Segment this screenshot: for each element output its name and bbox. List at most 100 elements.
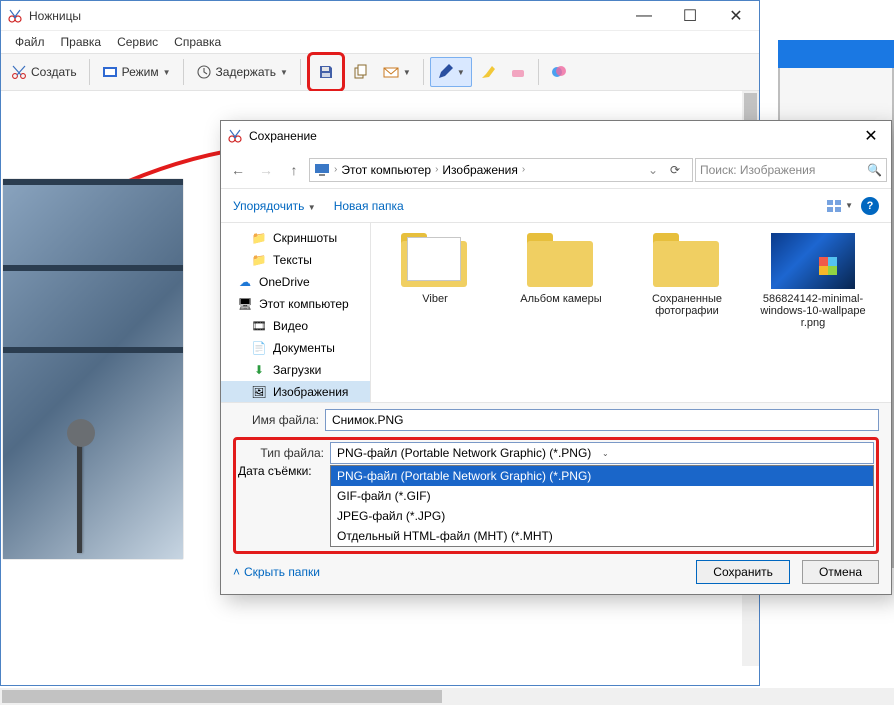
file-item[interactable]: 586824142-minimal-windows-10-wallpaper.p… — [759, 233, 867, 329]
chevron-down-icon: ▼ — [163, 68, 171, 77]
tree-item-this-pc[interactable]: 🖥Этот компьютер — [221, 293, 370, 315]
paint3d-icon — [551, 64, 567, 80]
dialog-title: Сохранение — [249, 129, 851, 143]
dialog-bottom: Имя файла: Тип файла: PNG-файл (Portable… — [221, 402, 891, 594]
eraser-icon — [510, 64, 526, 80]
filetype-option[interactable]: PNG-файл (Portable Network Graphic) (*.P… — [331, 466, 873, 486]
file-item[interactable]: Сохраненные фотографии — [633, 233, 741, 317]
view-options-button[interactable]: ▼ — [826, 198, 853, 214]
crumb-folder[interactable]: Изображения — [442, 163, 517, 177]
folder-icon — [525, 233, 597, 289]
nav-tree: 📁Скриншоты 📁Тексты ☁OneDrive 🖥Этот компь… — [221, 223, 371, 402]
search-icon: 🔍 — [867, 163, 882, 177]
delay-button[interactable]: Задержать ▼ — [190, 57, 294, 87]
horizontal-scrollbar[interactable] — [0, 688, 894, 705]
filename-label: Имя файла: — [233, 413, 325, 427]
save-button[interactable] — [312, 57, 340, 87]
hide-folders-button[interactable]: ˄Скрыть папки — [233, 565, 320, 579]
video-icon: 🎞 — [251, 318, 267, 334]
minimize-button[interactable]: — — [621, 1, 667, 31]
image-thumbnail — [771, 233, 855, 289]
tree-item-screenshots[interactable]: 📁Скриншоты — [221, 227, 370, 249]
tree-item-downloads[interactable]: ⬇Загрузки — [221, 359, 370, 381]
download-icon: ⬇ — [251, 362, 267, 378]
file-label: 586824142-minimal-windows-10-wallpaper.p… — [759, 293, 867, 329]
tree-item-pictures[interactable]: 🖼Изображения — [221, 381, 370, 402]
monitor-icon — [314, 162, 330, 178]
search-placeholder: Поиск: Изображения — [700, 163, 815, 177]
onedrive-icon: ☁ — [237, 274, 253, 290]
file-pane[interactable]: Viber Альбом камеры Сохраненные фотограф… — [371, 223, 891, 402]
new-snip-label: Создать — [31, 65, 77, 79]
pen-icon — [437, 64, 453, 80]
highlighter-icon — [480, 64, 496, 80]
filetype-label: Тип файла: — [238, 446, 330, 460]
filetype-select[interactable]: PNG-файл (Portable Network Graphic) (*.P… — [330, 442, 874, 464]
dialog-nav: ← → ↑ › Этот компьютер › Изображения › ⌄… — [221, 151, 891, 189]
chevron-down-icon: ▼ — [280, 68, 288, 77]
tree-item-texts[interactable]: 📁Тексты — [221, 249, 370, 271]
save-dialog: Сохранение ✕ ← → ↑ › Этот компьютер › Из… — [220, 120, 892, 595]
filetype-option[interactable]: JPEG-файл (*.JPG) — [331, 506, 873, 526]
mail-button[interactable]: ▼ — [377, 57, 417, 87]
snipping-app-icon — [227, 128, 243, 144]
mode-rect-icon — [102, 64, 118, 80]
tree-item-video[interactable]: 🎞Видео — [221, 315, 370, 337]
tree-item-documents[interactable]: 📄Документы — [221, 337, 370, 359]
date-label: Дата съёмки: — [238, 464, 330, 547]
window-title: Ножницы — [29, 9, 621, 23]
filetype-dropdown: PNG-файл (Portable Network Graphic) (*.P… — [330, 465, 874, 547]
highlighter-button[interactable] — [474, 57, 502, 87]
file-label: Viber — [422, 293, 447, 305]
pen-button[interactable]: ▼ — [430, 57, 472, 87]
nav-up-button[interactable]: ↑ — [281, 157, 307, 183]
floppy-save-icon — [318, 64, 334, 80]
menu-help[interactable]: Справка — [168, 33, 227, 51]
file-item[interactable]: Viber — [381, 233, 489, 305]
toolbar: Создать Режим ▼ Задержать ▼ ▼ ▼ — [1, 53, 759, 91]
view-icon — [826, 198, 842, 214]
maximize-button[interactable]: ☐ — [667, 1, 713, 31]
cancel-button[interactable]: Отмена — [802, 560, 879, 584]
folder-icon: 📁 — [251, 230, 267, 246]
close-button[interactable]: ✕ — [713, 1, 759, 31]
menu-edit[interactable]: Правка — [55, 33, 108, 51]
eraser-button[interactable] — [504, 57, 532, 87]
dialog-titlebar: Сохранение ✕ — [221, 121, 891, 151]
menu-file[interactable]: Файл — [9, 33, 51, 51]
clock-icon — [196, 64, 212, 80]
dialog-close-button[interactable]: ✕ — [851, 121, 891, 151]
mode-button[interactable]: Режим ▼ — [96, 57, 177, 87]
folder-icon: 📁 — [251, 252, 267, 268]
refresh-button[interactable]: ⟳ — [662, 163, 688, 177]
pictures-icon: 🖼 — [251, 384, 267, 400]
copy-button[interactable] — [347, 57, 375, 87]
crumb-root[interactable]: Этот компьютер — [341, 163, 431, 177]
folder-icon — [651, 233, 723, 289]
copy-icon — [353, 64, 369, 80]
breadcrumb[interactable]: › Этот компьютер › Изображения › ⌄ ⟳ — [309, 158, 693, 182]
snipping-app-icon — [7, 8, 23, 24]
help-button[interactable]: ? — [861, 197, 879, 215]
paint3d-button[interactable] — [545, 57, 573, 87]
envelope-icon — [383, 64, 399, 80]
search-input[interactable]: Поиск: Изображения 🔍 — [695, 158, 887, 182]
menu-tools[interactable]: Сервис — [111, 33, 164, 51]
filetype-highlight: Тип файла: PNG-файл (Portable Network Gr… — [233, 437, 879, 554]
file-label: Сохраненные фотографии — [633, 293, 741, 317]
filename-input[interactable] — [325, 409, 879, 431]
crumb-dropdown-icon[interactable]: ⌄ — [648, 163, 658, 177]
dialog-toolbar: Упорядочить ▼ Новая папка ▼ ? — [221, 189, 891, 223]
delay-label: Задержать — [216, 65, 276, 79]
filetype-option[interactable]: GIF-файл (*.GIF) — [331, 486, 873, 506]
nav-forward-button[interactable]: → — [253, 157, 279, 183]
new-folder-button[interactable]: Новая папка — [334, 199, 404, 213]
file-item[interactable]: Альбом камеры — [507, 233, 615, 305]
save-confirm-button[interactable]: Сохранить — [696, 560, 790, 584]
organize-button[interactable]: Упорядочить ▼ — [233, 199, 316, 213]
tree-item-onedrive[interactable]: ☁OneDrive — [221, 271, 370, 293]
filetype-option[interactable]: Отдельный HTML-файл (MHT) (*.MHT) — [331, 526, 873, 546]
nav-back-button[interactable]: ← — [225, 157, 251, 183]
new-snip-button[interactable]: Создать — [5, 57, 83, 87]
dialog-body: 📁Скриншоты 📁Тексты ☁OneDrive 🖥Этот компь… — [221, 223, 891, 402]
